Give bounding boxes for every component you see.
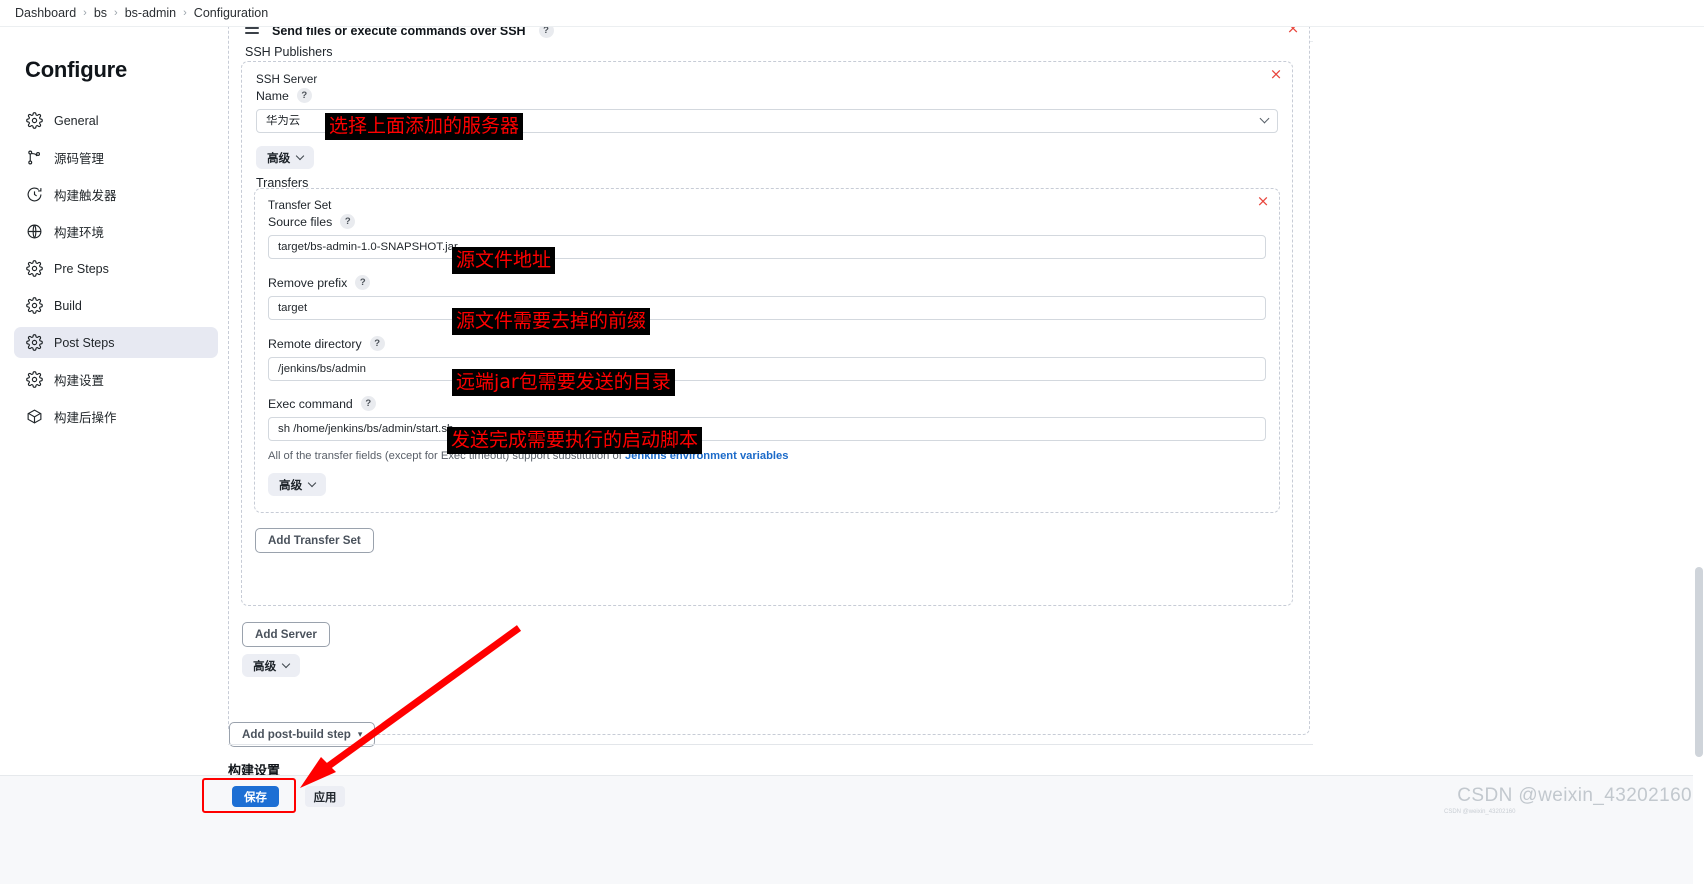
save-button-label: 保存	[244, 791, 267, 804]
sidebar-item-label: 构建设置	[54, 374, 105, 388]
source-files-label: Source files ?	[268, 214, 356, 229]
sidebar-item-post-steps[interactable]: Post Steps	[14, 327, 218, 358]
exec-command-label-text: Exec command	[268, 396, 353, 411]
sidebar: Configure General 源码管理 构建触发器 构建环境 Pre St…	[0, 27, 228, 884]
gear-icon	[26, 297, 43, 314]
sidebar-item-build-environment[interactable]: 构建环境	[14, 216, 218, 247]
annotation-remove-prefix: 源文件需要去掉的前缀	[452, 308, 651, 335]
remove-transfer-set-button[interactable]: ×	[1255, 194, 1271, 210]
help-icon[interactable]: ?	[360, 396, 376, 411]
sidebar-item-label: Build	[54, 298, 82, 313]
annotation-remote-directory: 远端jar包需要发送的目录	[452, 369, 675, 396]
annotation-source-file-path: 源文件地址	[452, 247, 556, 274]
ssh-publishers-advanced-button[interactable]: 高级	[242, 654, 301, 677]
sidebar-item-general[interactable]: General	[14, 105, 218, 136]
branch-icon	[28, 150, 41, 165]
watermark-small: CSDN @weixin_43202160	[1444, 809, 1516, 815]
sidebar-item-label: Post Steps	[54, 335, 115, 350]
sidebar-item-pre-steps[interactable]: Pre Steps	[14, 253, 218, 284]
chevron-down-icon: ▾	[357, 729, 363, 739]
main-content: Send files or execute commands over SSH …	[228, 17, 1704, 884]
sidebar-item-label: 源码管理	[54, 152, 105, 166]
add-transfer-set-label: Add Transfer Set	[268, 534, 361, 547]
remote-directory-label: Remote directory ?	[268, 336, 385, 351]
add-server-button[interactable]: Add Server	[242, 622, 330, 647]
apply-button-label: 应用	[313, 791, 337, 804]
bottom-divider	[228, 744, 1313, 745]
annotation-exec-command: 发送完成需要执行的启动脚本	[447, 427, 703, 454]
page-title: Configure	[25, 57, 128, 82]
sidebar-item-label: 构建后操作	[54, 411, 117, 425]
watermark: CSDN @weixin_43202160	[1457, 785, 1692, 806]
help-icon[interactable]: ?	[355, 275, 371, 290]
add-server-label: Add Server	[255, 628, 317, 641]
sidebar-item-label: General	[54, 113, 99, 128]
globe-icon	[27, 224, 42, 239]
sidebar-item-build-triggers[interactable]: 构建触发器	[14, 179, 218, 210]
sidebar-item-post-build-actions[interactable]: 构建后操作	[14, 401, 218, 432]
scrollbar-thumb[interactable]	[1695, 567, 1703, 757]
ssh-server-card: × SSH Server Name ? 华为云 高级 Transfers × T…	[241, 61, 1293, 606]
ssh-server-name-label: Name ?	[256, 88, 312, 103]
breadcrumb-item-bs[interactable]: bs	[88, 6, 113, 20]
sidebar-item-build-settings[interactable]: 构建设置	[14, 364, 218, 395]
chevron-down-icon	[307, 478, 317, 488]
breadcrumb: Dashboard › bs › bs-admin › Configuratio…	[0, 0, 1704, 27]
clock-icon	[27, 187, 42, 202]
chevron-down-icon	[281, 659, 291, 669]
ssh-server-advanced-button[interactable]: 高级	[256, 146, 315, 169]
save-bar: 保存 应用	[0, 775, 1704, 884]
sidebar-item-label: 构建环境	[54, 226, 105, 240]
gear-icon	[26, 371, 43, 388]
exec-command-textarea[interactable]: sh /home/jenkins/bs/admin/start.sh	[268, 417, 1266, 441]
remove-prefix-input[interactable]	[268, 296, 1266, 320]
drag-handle-icon[interactable]	[245, 27, 259, 34]
transfer-set-card: × Transfer Set Source files ? Remove	[254, 188, 1280, 513]
ssh-server-advanced-label: 高级	[267, 151, 291, 165]
source-files-input[interactable]	[268, 235, 1266, 259]
scrollbar-track[interactable]	[1693, 27, 1704, 884]
sidebar-item-build[interactable]: Build	[14, 290, 218, 321]
ssh-publishers-advanced-label: 高级	[253, 659, 277, 673]
transfer-set-legend: Transfer Set	[268, 199, 332, 212]
exec-command-label: Exec command ?	[268, 396, 376, 411]
breadcrumb-item-bs-admin[interactable]: bs-admin	[119, 6, 182, 20]
help-icon[interactable]: ?	[296, 88, 312, 103]
gear-icon	[26, 112, 43, 129]
ssh-server-legend-line1: SSH Server	[256, 73, 318, 86]
help-icon[interactable]: ?	[369, 336, 385, 351]
save-button[interactable]: 保存	[232, 786, 279, 807]
remove-prefix-label: Remove prefix ?	[268, 275, 371, 290]
remove-prefix-label-text: Remove prefix	[268, 275, 348, 290]
ssh-server-legend-line2: Name	[256, 88, 289, 103]
breadcrumb-item-dashboard[interactable]: Dashboard	[9, 6, 82, 20]
breadcrumb-item-configuration[interactable]: Configuration	[188, 6, 274, 20]
apply-button[interactable]: 应用	[305, 786, 345, 807]
ssh-publishers-label: SSH Publishers	[245, 45, 333, 59]
add-transfer-set-button[interactable]: Add Transfer Set	[255, 528, 374, 553]
transfer-set-advanced-label: 高级	[279, 478, 303, 492]
source-files-label-text: Source files	[268, 214, 333, 229]
remove-ssh-server-button[interactable]: ×	[1268, 67, 1284, 83]
gear-icon	[26, 334, 43, 351]
remote-directory-label-text: Remote directory	[268, 336, 362, 351]
sidebar-item-label: Pre Steps	[54, 261, 109, 276]
help-icon[interactable]: ?	[340, 214, 356, 229]
sidebar-item-source-management[interactable]: 源码管理	[14, 142, 218, 173]
annotation-select-server: 选择上面添加的服务器	[325, 113, 524, 140]
sidebar-item-label: 构建触发器	[54, 189, 117, 203]
add-post-build-step-label: Add post-build step	[242, 728, 351, 741]
chevron-down-icon	[295, 151, 305, 161]
transfer-set-advanced-button[interactable]: 高级	[268, 473, 327, 496]
gear-icon	[26, 260, 43, 277]
package-icon	[27, 409, 42, 424]
remote-directory-input[interactable]	[268, 357, 1266, 381]
